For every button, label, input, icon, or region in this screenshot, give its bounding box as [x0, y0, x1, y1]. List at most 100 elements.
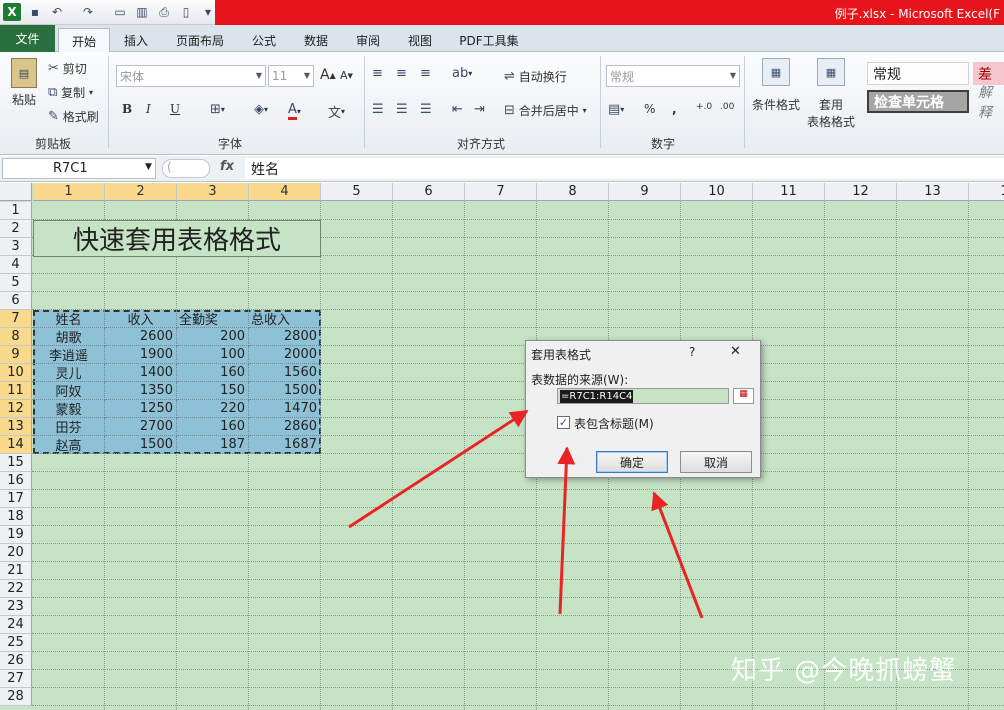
increase-decimal-button[interactable]: +.0 — [696, 102, 712, 112]
italic-button[interactable]: I — [146, 102, 151, 116]
table-cell[interactable]: 1560 — [249, 364, 321, 382]
format-as-table-button[interactable]: ▦ 套用 表格格式 — [805, 58, 857, 130]
align-center-button[interactable]: ☰ — [396, 102, 408, 117]
tab-review[interactable]: 审阅 — [348, 28, 388, 52]
row-header[interactable]: 21 — [0, 562, 32, 580]
row-header[interactable]: 7 — [0, 310, 32, 328]
font-name-select[interactable]: 宋体 ▼ — [116, 65, 266, 87]
insert-function-icon[interactable]: fx — [220, 159, 234, 174]
percent-button[interactable]: % — [644, 102, 655, 116]
table-cell[interactable]: 200 — [177, 328, 249, 346]
table-cell[interactable]: 2700 — [105, 418, 177, 436]
currency-button[interactable]: ▤ ▾ — [608, 102, 624, 117]
tab-pdf-tools[interactable]: PDF工具集 — [452, 28, 526, 52]
row-header[interactable]: 26 — [0, 652, 32, 670]
table-cell[interactable]: 2860 — [249, 418, 321, 436]
column-header[interactable]: 1 — [969, 183, 1004, 201]
column-header[interactable]: 7 — [465, 183, 537, 201]
number-format-select[interactable]: 常规 ▼ — [606, 65, 740, 87]
phonetic-button[interactable]: 文 ▾ — [328, 102, 345, 121]
table-cell[interactable]: 1250 — [105, 400, 177, 418]
row-header[interactable]: 1 — [0, 202, 32, 220]
decrease-indent-button[interactable]: ⇤ — [452, 102, 463, 117]
border-button[interactable]: ⊞ ▾ — [210, 102, 225, 117]
format-painter-button[interactable]: ✎ 格式刷 — [48, 108, 99, 125]
row-header[interactable]: 11 — [0, 382, 32, 400]
grow-font-button[interactable]: A ▲ — [320, 67, 336, 83]
formula-cancel-enter[interactable]: ( — [162, 159, 210, 178]
table-header-cell[interactable]: 总收入 — [249, 310, 321, 328]
style-check-cell[interactable]: 检查单元格 — [867, 90, 969, 113]
row-header[interactable]: 5 — [0, 274, 32, 292]
wrap-text-button[interactable]: ⇌ 自动换行 — [504, 68, 567, 85]
undo-icon[interactable]: ↶ — [49, 4, 65, 20]
cancel-button[interactable]: 取消 — [680, 451, 752, 473]
fill-color-button[interactable]: ◈ ▾ — [254, 102, 268, 117]
spreadsheet-grid[interactable]: 123456789101112131 123456789101112131415… — [0, 183, 1004, 710]
tab-file[interactable]: 文件 — [0, 25, 55, 52]
tab-page-layout[interactable]: 页面布局 — [168, 28, 232, 52]
table-cell[interactable]: 1900 — [105, 346, 177, 364]
tab-data[interactable]: 数据 — [296, 28, 336, 52]
orientation-button[interactable]: ab ▾ — [452, 66, 472, 81]
table-cell[interactable]: 160 — [177, 364, 249, 382]
table-cell[interactable]: 灵儿 — [33, 364, 105, 382]
align-top-button[interactable]: ≡ — [372, 66, 383, 81]
has-headers-checkbox[interactable]: ✓ — [557, 416, 570, 429]
paste-button[interactable]: ▤ 粘贴 — [8, 58, 40, 108]
row-header[interactable]: 15 — [0, 454, 32, 472]
row-header[interactable]: 18 — [0, 508, 32, 526]
font-size-select[interactable]: 11 ▼ — [268, 65, 314, 87]
row-header[interactable]: 28 — [0, 688, 32, 706]
decrease-decimal-button[interactable]: .00 — [720, 102, 734, 112]
row-header[interactable]: 12 — [0, 400, 32, 418]
column-header[interactable]: 6 — [393, 183, 465, 201]
table-cell[interactable]: 1400 — [105, 364, 177, 382]
row-header[interactable]: 10 — [0, 364, 32, 382]
row-header[interactable]: 6 — [0, 292, 32, 310]
tab-home[interactable]: 开始 — [58, 28, 110, 53]
customize-toolbar-icon[interactable]: ▾ — [200, 4, 216, 20]
row-header[interactable]: 17 — [0, 490, 32, 508]
bold-button[interactable]: B — [122, 102, 132, 116]
row-header[interactable]: 20 — [0, 544, 32, 562]
column-header[interactable]: 11 — [753, 183, 825, 201]
column-header[interactable]: 8 — [537, 183, 609, 201]
save-icon[interactable]: ▪ — [27, 4, 43, 20]
sheet-title-cell[interactable]: 快速套用表格格式 — [33, 220, 321, 257]
column-header[interactable]: 10 — [681, 183, 753, 201]
cut-button[interactable]: ✂ 剪切 — [48, 60, 87, 77]
table-cell[interactable]: 1500 — [249, 382, 321, 400]
table-cell[interactable]: 2600 — [105, 328, 177, 346]
formula-input[interactable]: 姓名 — [245, 158, 1004, 179]
table-cell[interactable]: 2800 — [249, 328, 321, 346]
ok-button[interactable]: 确定 — [596, 451, 668, 473]
table-header-cell[interactable]: 姓名 — [33, 310, 105, 328]
row-header[interactable]: 24 — [0, 616, 32, 634]
tab-formulas[interactable]: 公式 — [244, 28, 284, 52]
column-header[interactable]: 9 — [609, 183, 681, 201]
collapse-dialog-button[interactable]: ▦ — [733, 388, 754, 404]
font-color-button[interactable]: A ▾ — [288, 102, 301, 120]
align-left-button[interactable]: ☰ — [372, 102, 384, 117]
table-cell[interactable]: 1500 — [105, 436, 177, 454]
table-cell[interactable]: 蒙毅 — [33, 400, 105, 418]
table-cell[interactable]: 2000 — [249, 346, 321, 364]
copy-button[interactable]: ⧉ 复制 ▾ — [48, 84, 93, 101]
table-cell[interactable]: 160 — [177, 418, 249, 436]
column-header[interactable]: 5 — [321, 183, 393, 201]
row-header[interactable]: 19 — [0, 526, 32, 544]
column-header[interactable]: 2 — [105, 183, 177, 201]
row-header[interactable]: 16 — [0, 472, 32, 490]
row-header[interactable]: 13 — [0, 418, 32, 436]
comma-button[interactable]: , — [672, 102, 677, 116]
row-header[interactable]: 14 — [0, 436, 32, 454]
open-icon[interactable]: ▭ — [112, 4, 128, 20]
row-header[interactable]: 2 — [0, 220, 32, 238]
table-header-cell[interactable]: 全勤奖 — [177, 310, 249, 328]
redo-icon[interactable]: ↷ — [80, 4, 96, 20]
row-header[interactable]: 8 — [0, 328, 32, 346]
table-cell[interactable]: 220 — [177, 400, 249, 418]
tab-insert[interactable]: 插入 — [114, 28, 158, 52]
table-cell[interactable]: 1470 — [249, 400, 321, 418]
